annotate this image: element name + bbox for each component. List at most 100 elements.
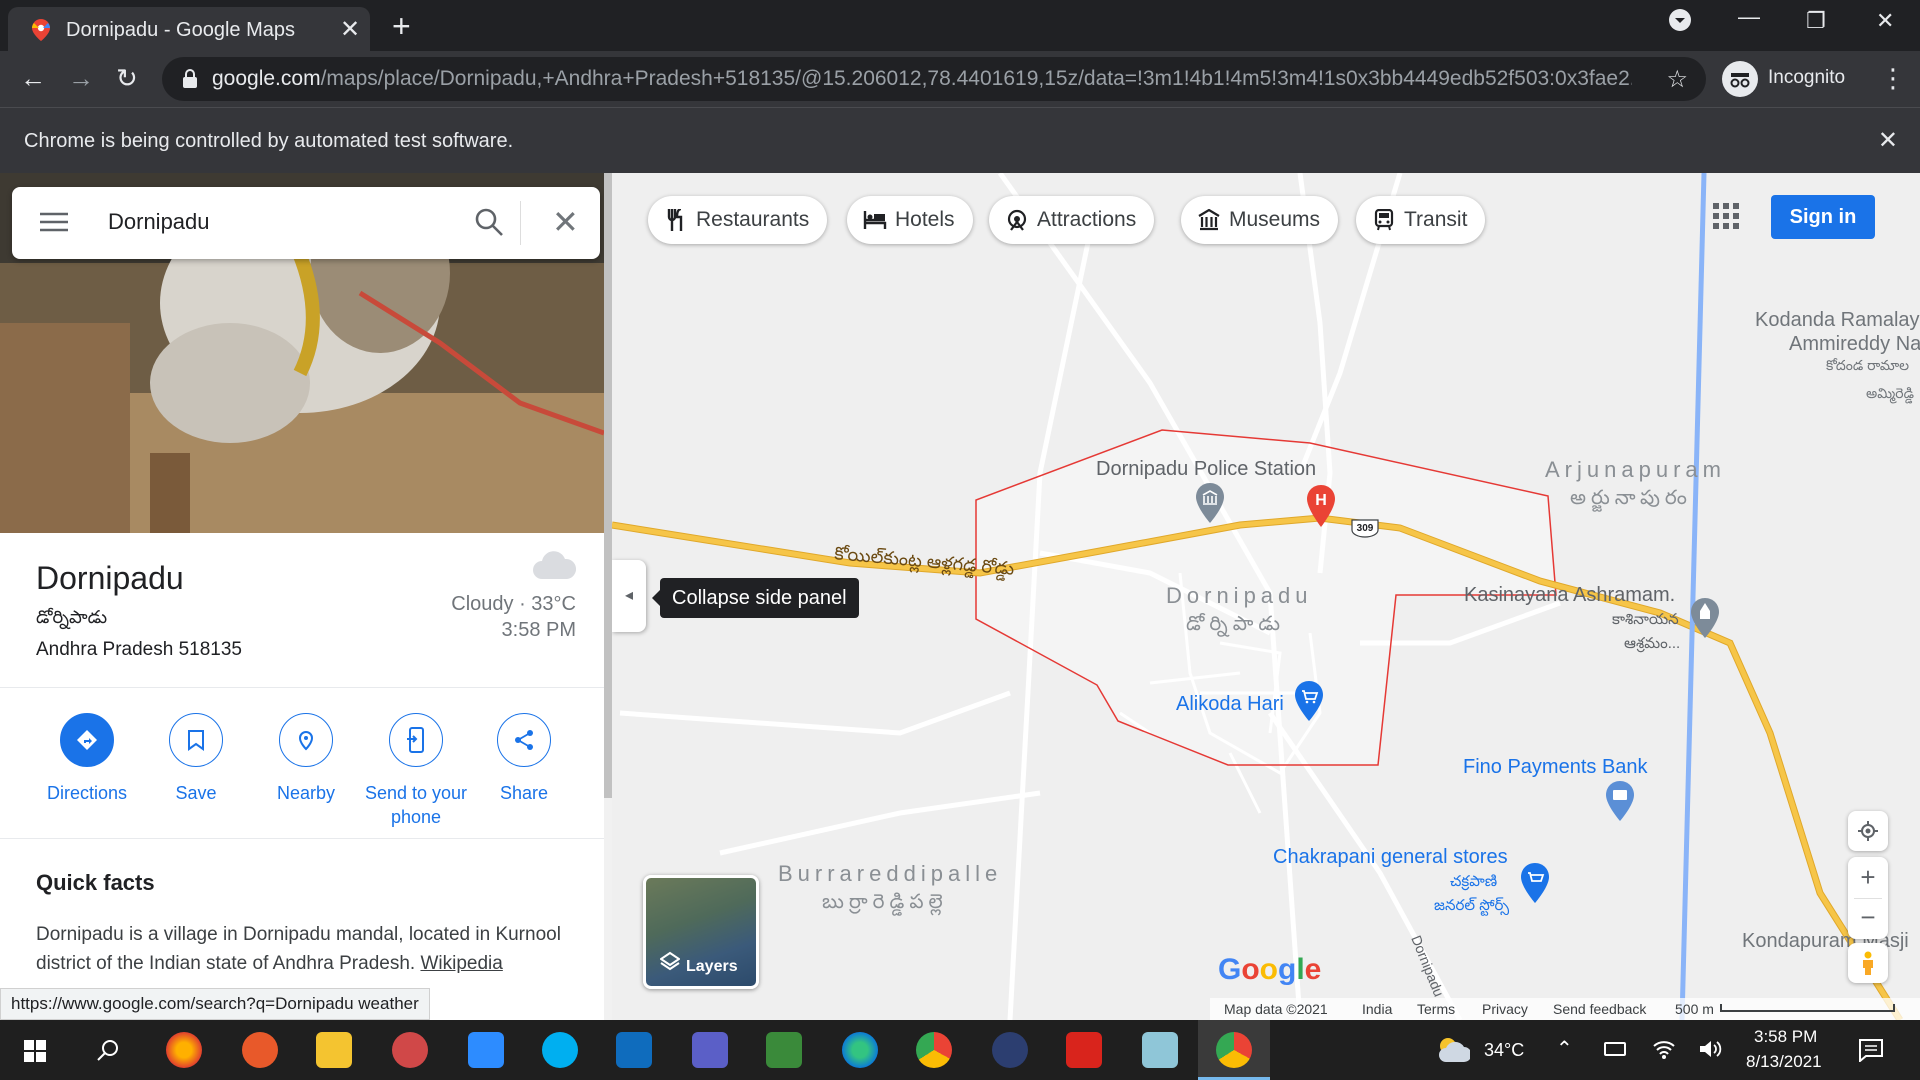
save-button[interactable]: Save — [136, 713, 256, 805]
close-tab-icon[interactable]: ✕ — [340, 15, 360, 44]
transit-chip[interactable]: Transit — [1356, 196, 1486, 244]
windows-start-icon[interactable] — [24, 1040, 46, 1067]
fino-bank-label[interactable]: Fino Payments Bank — [1463, 756, 1648, 779]
taskbar-date[interactable]: 8/13/2021 — [1746, 1052, 1822, 1072]
collapse-panel-button[interactable]: ◂ — [612, 560, 646, 632]
google-apps-icon[interactable] — [1713, 203, 1739, 234]
shopping-pin-icon[interactable] — [1294, 681, 1324, 726]
weather-taskbar-icon[interactable] — [1436, 1036, 1472, 1069]
share-button[interactable]: Share — [464, 713, 584, 805]
arjunapuram-label[interactable]: Arjunapuram — [1545, 457, 1726, 483]
police-station-label[interactable]: Dornipadu Police Station — [1096, 458, 1316, 481]
back-icon[interactable]: ← — [20, 63, 46, 94]
firefox-icon[interactable] — [166, 1032, 202, 1068]
notepad-app-icon[interactable] — [1142, 1032, 1178, 1068]
country-link[interactable]: India — [1362, 1001, 1392, 1017]
pencil-app-icon[interactable] — [242, 1032, 278, 1068]
chakrapani-label[interactable]: Chakrapani general stores — [1273, 846, 1508, 869]
save-label: Save — [175, 783, 217, 803]
my-location-button[interactable] — [1848, 811, 1888, 851]
show-hidden-icons-icon[interactable]: ⌃ — [1556, 1036, 1573, 1061]
new-tab-button[interactable]: + — [392, 8, 411, 45]
search-input[interactable]: Dornipadu — [108, 209, 210, 235]
bank-pin-icon[interactable] — [1605, 781, 1635, 826]
automation-infobar: Chrome is being controlled by automated … — [0, 107, 1920, 173]
privacy-link[interactable]: Privacy — [1482, 1001, 1528, 1017]
skype-icon[interactable] — [542, 1032, 578, 1068]
terms-link[interactable]: Terms — [1417, 1001, 1455, 1017]
lock-icon[interactable] — [182, 69, 198, 94]
incognito-badge[interactable]: Incognito — [1722, 57, 1892, 101]
notifications-icon[interactable] — [1858, 1038, 1884, 1067]
museums-chip[interactable]: Museums — [1181, 196, 1339, 244]
tab-search-icon[interactable] — [1668, 8, 1692, 38]
attractions-chip[interactable]: Attractions — [989, 196, 1155, 244]
layers-button[interactable]: Layers — [643, 875, 759, 989]
temple-pin-icon[interactable] — [1690, 598, 1720, 643]
spreadsheet-app-icon[interactable] — [766, 1032, 802, 1068]
send-feedback-link[interactable]: Send feedback — [1553, 1001, 1646, 1017]
edge-icon[interactable] — [842, 1032, 878, 1068]
outlook-icon[interactable] — [616, 1032, 652, 1068]
restore-icon[interactable]: ❐ — [1806, 8, 1826, 34]
directions-button[interactable]: Directions — [27, 713, 147, 805]
hospital-pin-icon[interactable]: H — [1306, 485, 1336, 532]
paint-app-icon[interactable] — [392, 1032, 428, 1068]
svg-text:309: 309 — [1357, 523, 1374, 534]
incognito-icon — [1722, 61, 1758, 97]
hotels-chip[interactable]: Hotels — [847, 196, 973, 244]
restaurants-chip[interactable]: Restaurants — [648, 196, 828, 244]
file-explorer-icon[interactable] — [316, 1032, 352, 1068]
send-to-phone-button[interactable]: Send to your phone — [354, 713, 478, 829]
burrareddipalle-native-label: బుర్రారెడ్డిపల్లె — [822, 891, 948, 913]
teams-icon[interactable] — [692, 1032, 728, 1068]
alikoda-hari-label[interactable]: Alikoda Hari — [1176, 693, 1284, 716]
kodanda-label-2[interactable]: Ammireddy Na — [1789, 333, 1920, 356]
kasinayana-native-2: ఆశ్రమం... — [1624, 635, 1681, 652]
volume-icon[interactable] — [1698, 1038, 1722, 1065]
close-window-icon[interactable]: ✕ — [1876, 8, 1894, 34]
address-bar[interactable]: google.com/maps/place/Dornipadu,+Andhra+… — [162, 57, 1706, 101]
browser-tab[interactable]: Dornipadu - Google Maps ✕ — [8, 7, 370, 51]
acrobat-icon[interactable] — [1066, 1032, 1102, 1068]
google-maps-favicon-icon — [32, 19, 50, 46]
browser-menu-icon[interactable]: ⋮ — [1880, 63, 1906, 94]
battery-icon[interactable] — [1604, 1042, 1626, 1056]
zoom-icon[interactable] — [468, 1032, 504, 1068]
wikipedia-link[interactable]: Wikipedia — [420, 953, 502, 974]
burrareddipalle-label[interactable]: Burrareddipalle — [778, 861, 1002, 887]
town-label[interactable]: Dornipadu — [1166, 583, 1313, 609]
active-chrome-task[interactable] — [1198, 1020, 1270, 1080]
wifi-icon[interactable] — [1652, 1038, 1676, 1065]
kodanda-label-1[interactable]: Kodanda Ramalay — [1755, 309, 1920, 332]
zoom-out-icon[interactable]: − — [1848, 899, 1888, 939]
pegman-button[interactable] — [1848, 943, 1888, 983]
taskbar-temperature[interactable]: 34°C — [1484, 1040, 1524, 1061]
search-taskbar-icon[interactable] — [96, 1038, 120, 1067]
forward-icon[interactable]: → — [68, 63, 94, 94]
nearby-button[interactable]: Nearby — [246, 713, 366, 805]
police-station-pin-icon[interactable] — [1195, 483, 1225, 528]
minimize-icon[interactable]: — — [1738, 4, 1760, 30]
sign-in-button[interactable]: Sign in — [1771, 195, 1875, 239]
chrome-icon[interactable] — [916, 1032, 952, 1068]
search-box[interactable]: Dornipadu ✕ — [12, 187, 600, 259]
weather-info[interactable]: Cloudy · 33°C 3:58 PM — [451, 591, 576, 643]
bookmark-star-icon[interactable]: ☆ — [1666, 65, 1688, 94]
tab-strip: Dornipadu - Google Maps ✕ + — ❐ ✕ — [0, 0, 1920, 51]
kasinayana-label[interactable]: Kasinayana Ashramam. — [1464, 584, 1675, 607]
nearby-icon — [279, 713, 333, 767]
reload-icon[interactable]: ↻ — [116, 63, 138, 94]
close-infobar-icon[interactable]: ✕ — [1878, 126, 1898, 155]
clear-search-icon[interactable]: ✕ — [552, 203, 579, 241]
scale-label[interactable]: 500 m — [1675, 1001, 1714, 1017]
search-icon[interactable] — [474, 207, 504, 242]
attractions-label: Attractions — [1037, 208, 1137, 231]
taskbar-time[interactable]: 3:58 PM — [1754, 1027, 1817, 1047]
side-panel-scrollbar[interactable] — [604, 173, 612, 1020]
menu-icon[interactable] — [40, 211, 68, 238]
store-pin-icon[interactable] — [1520, 863, 1550, 908]
eclipse-icon[interactable] — [992, 1032, 1028, 1068]
zoom-in-icon[interactable]: + — [1848, 857, 1888, 898]
scrollbar-thumb[interactable] — [604, 173, 612, 798]
